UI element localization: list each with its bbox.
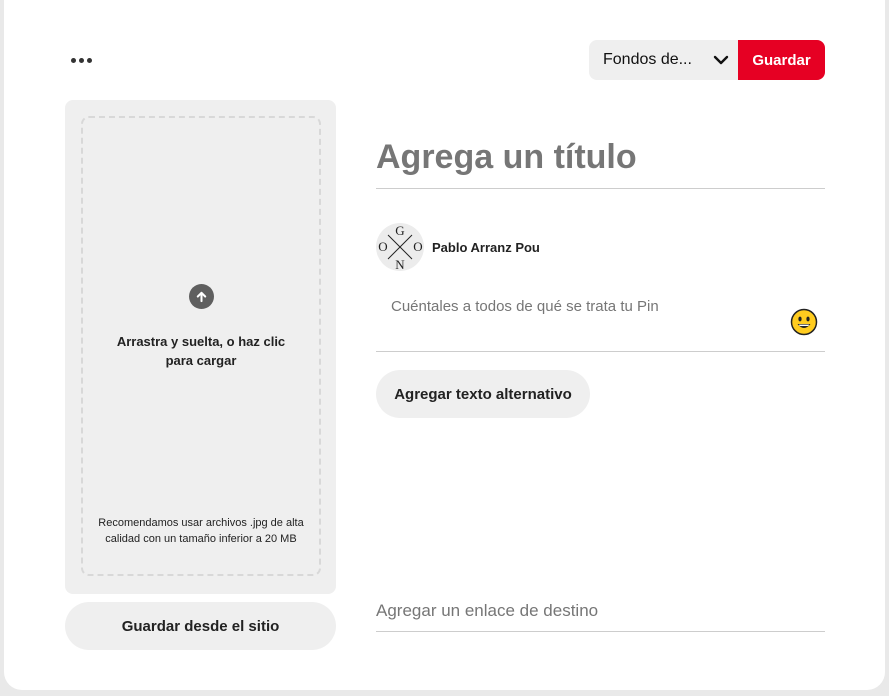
board-select-value: Fondos de...: [603, 51, 692, 68]
smiley-icon[interactable]: [790, 308, 818, 336]
description-input[interactable]: Cuéntales a todos de qué se trata tu Pin: [376, 288, 825, 352]
avatar: G O O N: [376, 223, 424, 271]
destination-link-placeholder: Agregar un enlace de destino: [376, 601, 599, 620]
arrow-up-circle-icon: [189, 284, 214, 309]
save-from-site-button[interactable]: Guardar desde el sitio: [65, 602, 336, 650]
author-info: G O O N Pablo Arranz Pou: [376, 222, 540, 272]
chevron-down-icon: [713, 55, 729, 65]
upload-hint: Recomendamos usar archivos .jpg de alta …: [98, 517, 304, 545]
author-name: Pablo Arranz Pou: [432, 239, 540, 255]
avatar-letter: O: [378, 239, 387, 254]
upload-dropzone[interactable]: Arrastra y suelta, o haz clic para carga…: [81, 116, 321, 576]
avatar-letter: N: [395, 257, 405, 271]
pin-builder-card: Fondos de... Guardar Arrastra y suelta, …: [4, 0, 885, 690]
ellipsis-icon: [70, 57, 76, 63]
destination-link-input[interactable]: Agregar un enlace de destino: [376, 598, 825, 632]
add-alt-text-button[interactable]: Agregar texto alternativo: [376, 370, 590, 418]
title-input[interactable]: Agrega un título: [376, 134, 825, 189]
upload-instruction: Arrastra y suelta, o haz clic para carga…: [116, 334, 286, 368]
more-options-button[interactable]: [64, 48, 98, 72]
avatar-letter: G: [395, 223, 404, 238]
avatar-letter: O: [413, 239, 422, 254]
board-select[interactable]: Fondos de...: [589, 40, 739, 80]
upload-panel: Arrastra y suelta, o haz clic para carga…: [65, 100, 336, 594]
description-placeholder: Cuéntales a todos de qué se trata tu Pin: [391, 298, 659, 315]
save-button[interactable]: Guardar: [738, 40, 825, 80]
